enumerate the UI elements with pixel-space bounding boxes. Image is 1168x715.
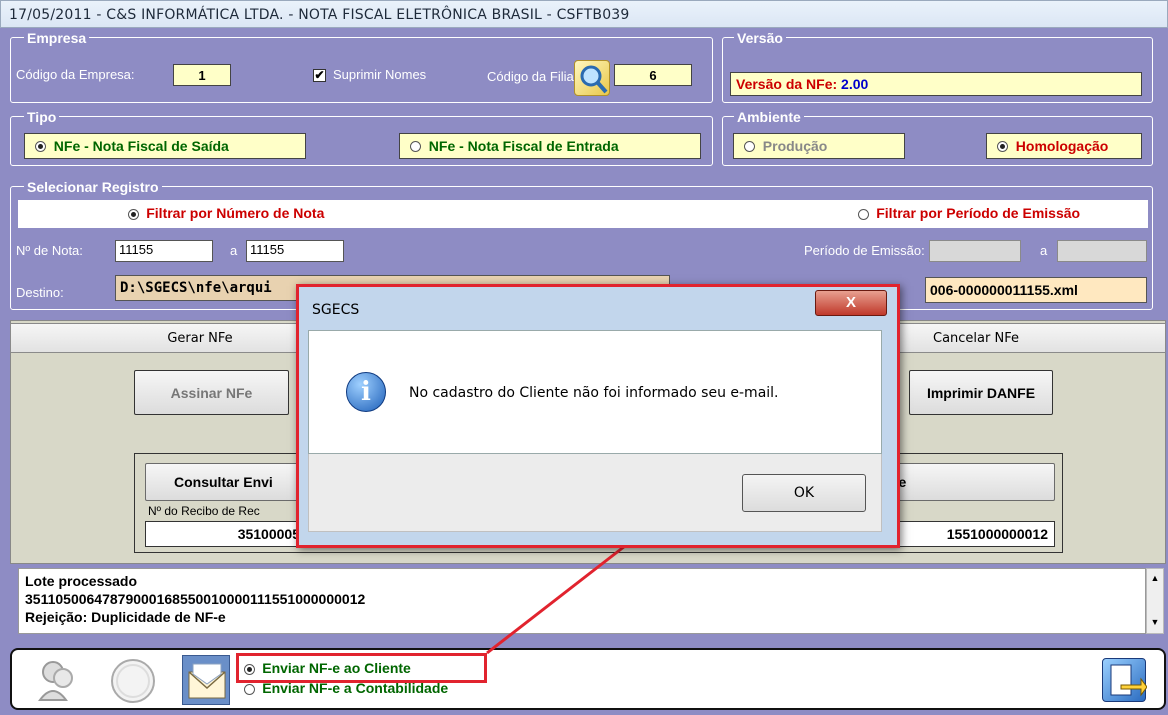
info-icon: i <box>346 372 386 412</box>
dialog-close-button[interactable]: X <box>815 290 887 316</box>
dialog-message: No cadastro do Cliente não foi informado… <box>409 385 779 401</box>
close-icon: X <box>845 294 856 311</box>
dialog-ok-label: OK <box>793 485 815 501</box>
dialog-ok-button[interactable]: OK <box>742 474 866 512</box>
dialog-title: SGECS <box>312 302 360 318</box>
